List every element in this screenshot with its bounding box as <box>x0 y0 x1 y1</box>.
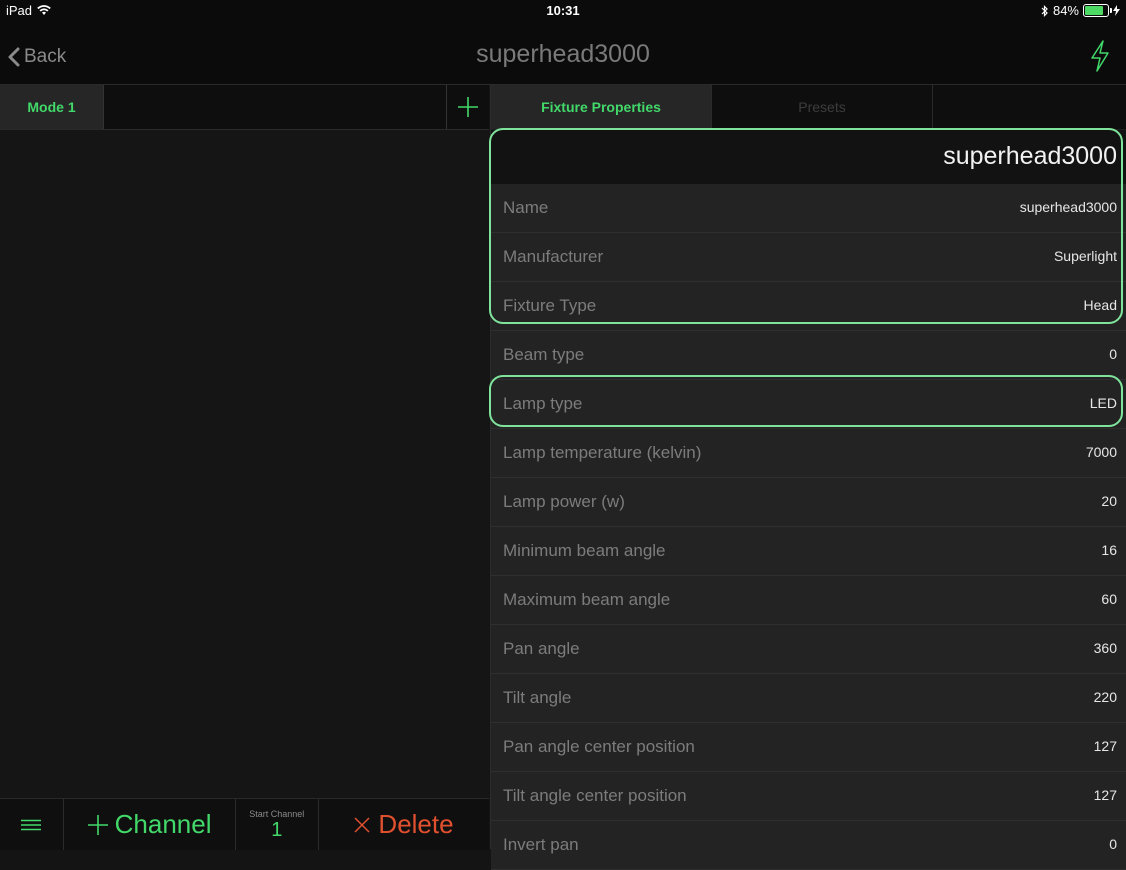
plus-icon <box>458 97 478 117</box>
add-channel-button[interactable]: Channel <box>64 799 236 850</box>
status-bar: iPad 10:31 84% <box>0 0 1126 22</box>
property-value: 20 <box>1101 493 1117 509</box>
property-row-tilt-angle[interactable]: Tilt angle 220 <box>491 674 1126 723</box>
property-row-manufacturer[interactable]: Manufacturer Superlight <box>491 233 1126 282</box>
property-label: Lamp power (w) <box>503 492 625 511</box>
tab-bar: Fixture Properties Presets <box>491 85 1126 129</box>
fixture-header: superhead3000 <box>491 130 1126 184</box>
channel-list[interactable] <box>0 130 489 801</box>
lightning-icon <box>1091 40 1109 72</box>
property-label: Lamp temperature (kelvin) <box>503 443 702 462</box>
property-list: Name superhead3000 Manufacturer Superlig… <box>491 184 1126 870</box>
property-row-max-beam-angle[interactable]: Maximum beam angle 60 <box>491 576 1126 625</box>
mode-tab[interactable]: Mode 1 <box>0 85 104 129</box>
menu-button[interactable] <box>0 799 64 850</box>
property-value: Superlight <box>1053 248 1117 264</box>
property-label: Fixture Type <box>503 296 597 315</box>
property-row-min-beam-angle[interactable]: Minimum beam angle 16 <box>491 527 1126 576</box>
property-value: 60 <box>1101 591 1117 607</box>
channel-pane: Mode 1 Channel Start Channel 1 Delete <box>0 85 489 850</box>
property-label: Maximum beam angle <box>503 590 671 609</box>
property-label: Beam type <box>503 345 585 364</box>
clock: 10:31 <box>546 3 580 18</box>
property-row-tilt-center[interactable]: Tilt angle center position 127 <box>491 772 1126 821</box>
start-channel-field[interactable]: Start Channel 1 <box>236 799 320 850</box>
start-channel-label: Start Channel <box>249 808 305 819</box>
add-channel-label: Channel <box>114 809 212 839</box>
property-value: LED <box>1089 395 1117 411</box>
property-value: 220 <box>1093 689 1117 705</box>
charging-icon <box>1113 5 1120 16</box>
plus-icon <box>87 814 108 835</box>
tab-empty <box>932 85 1126 129</box>
bluetooth-icon <box>1041 4 1048 17</box>
property-value: Head <box>1083 297 1117 313</box>
battery-percent: 84% <box>1052 3 1079 18</box>
property-row-invert-pan[interactable]: Invert pan 0 <box>491 821 1126 870</box>
tab-fixture-properties[interactable]: Fixture Properties <box>491 85 711 129</box>
property-row-lamp-type[interactable]: Lamp type LED <box>491 380 1126 429</box>
property-label: Tilt angle center position <box>503 786 687 805</box>
add-mode-button[interactable] <box>446 85 489 129</box>
property-value: 360 <box>1093 640 1117 656</box>
property-value: superhead3000 <box>1019 199 1117 215</box>
property-row-fixture-type[interactable]: Fixture Type Head <box>491 282 1126 331</box>
property-row-lamp-temperature[interactable]: Lamp temperature (kelvin) 7000 <box>491 429 1126 478</box>
mode-bar: Mode 1 <box>0 85 489 130</box>
property-value: 0 <box>1109 836 1117 852</box>
start-channel-value: 1 <box>271 818 283 841</box>
lightning-button[interactable] <box>1090 40 1110 77</box>
property-value: 7000 <box>1085 444 1117 460</box>
channel-toolbar: Channel Start Channel 1 Delete <box>0 798 489 850</box>
tab-presets[interactable]: Presets <box>711 85 932 129</box>
property-row-pan-angle[interactable]: Pan angle 360 <box>491 625 1126 674</box>
property-row-beam-type[interactable]: Beam type 0 <box>491 331 1126 380</box>
property-row-pan-center[interactable]: Pan angle center position 127 <box>491 723 1126 772</box>
status-right: 84% <box>1041 3 1120 18</box>
property-value: 16 <box>1101 542 1117 558</box>
property-label: Invert pan <box>503 835 579 854</box>
property-label: Tilt angle <box>503 688 572 707</box>
property-row-lamp-power[interactable]: Lamp power (w) 20 <box>491 478 1126 527</box>
properties-pane: Fixture Properties Presets superhead3000… <box>489 85 1126 870</box>
property-label: Lamp type <box>503 394 583 413</box>
delete-button[interactable]: Delete <box>319 799 489 850</box>
property-label: Name <box>503 198 549 217</box>
property-value: 127 <box>1093 738 1117 754</box>
property-label: Pan angle <box>503 639 580 658</box>
property-label: Minimum beam angle <box>503 541 666 560</box>
delete-label: Delete <box>378 809 454 839</box>
property-label: Pan angle center position <box>503 737 695 756</box>
close-icon <box>354 816 370 833</box>
battery-icon <box>1083 4 1112 17</box>
fixture-name-heading: superhead3000 <box>943 142 1117 170</box>
property-row-name[interactable]: Name superhead3000 <box>491 184 1126 233</box>
page-title: superhead3000 <box>476 40 650 68</box>
hamburger-icon <box>21 819 42 830</box>
property-value: 127 <box>1093 787 1117 803</box>
property-label: Manufacturer <box>503 247 604 266</box>
property-value: 0 <box>1109 346 1117 362</box>
navigation-bar: Back superhead3000 <box>0 22 1126 85</box>
